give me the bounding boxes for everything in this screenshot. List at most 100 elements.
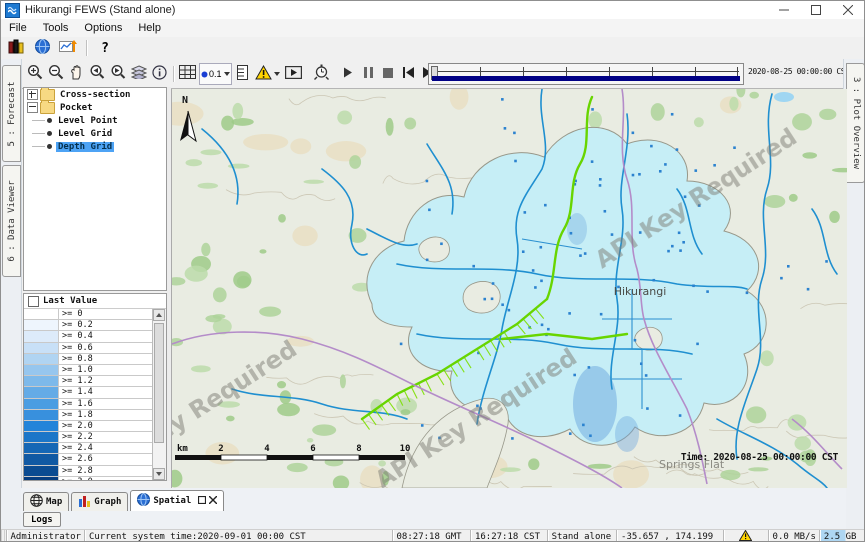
grid-display-button[interactable]	[177, 63, 198, 85]
scale-tick: 2	[218, 444, 223, 454]
legend-row-label: >= 2.6	[59, 454, 93, 464]
archive-database-button[interactable]	[5, 38, 27, 58]
menu-help[interactable]: Help	[130, 21, 169, 35]
arrow-up-icon	[156, 313, 162, 317]
zoom-out-button[interactable]	[46, 63, 66, 85]
layers-button[interactable]	[129, 63, 149, 85]
legend-row[interactable]: >= 0.2	[24, 320, 152, 331]
threshold-classes-button[interactable]: 0.1	[199, 63, 232, 85]
tree-connector	[32, 120, 45, 121]
logs-button[interactable]: Logs	[23, 512, 61, 527]
legend-scrollbar[interactable]	[152, 309, 166, 480]
tab-plot-overview[interactable]: 3 : Plot Overview	[846, 63, 865, 183]
close-panel-icon[interactable]	[209, 496, 217, 507]
maximize-button[interactable]	[800, 1, 832, 19]
zoom-next-button[interactable]	[108, 63, 128, 85]
menu-tools[interactable]: Tools	[35, 21, 77, 35]
legend-row[interactable]: >= 0.8	[24, 354, 152, 365]
legend-row-label: >= 1.0	[59, 365, 93, 375]
menu-file[interactable]: File	[1, 21, 35, 35]
tab-forecast[interactable]: 5 : Forecast	[2, 65, 21, 162]
legend-row[interactable]: >= 1.6	[24, 399, 152, 410]
tree-connector	[32, 146, 45, 147]
timeline-slider[interactable]	[428, 63, 744, 85]
zoom-in-button[interactable]	[25, 63, 45, 85]
tree-item-level-point[interactable]: Level Point	[24, 114, 166, 127]
tab-data-viewer[interactable]: 6 : Data Viewer	[2, 165, 21, 277]
info-button[interactable]	[150, 63, 169, 85]
close-button[interactable]	[832, 1, 864, 19]
profile-ruler-button[interactable]	[233, 63, 252, 85]
status-bar: Administrator Current system time:2020-0…	[1, 529, 864, 542]
set-time-button[interactable]	[311, 63, 332, 85]
legend-row-label: >= 2.0	[59, 421, 93, 431]
status-local-time: 16:27:18 CST	[471, 530, 548, 542]
scroll-up-button[interactable]	[153, 309, 165, 321]
legend-color-swatch	[24, 365, 59, 375]
bar-chart-icon	[78, 495, 91, 510]
warning-thresholds-button[interactable]	[253, 63, 282, 85]
legend-row[interactable]: >= 2.4	[24, 443, 152, 454]
chevron-down-icon	[274, 72, 280, 76]
legend-row[interactable]: >= 0.4	[24, 331, 152, 342]
last-value-checkbox[interactable]	[28, 296, 39, 307]
legend-row[interactable]: >= 2.6	[24, 454, 152, 465]
legend-row-label: >= 2.4	[59, 443, 93, 453]
maximize-panel-icon[interactable]	[198, 496, 206, 507]
status-memory: 2.5 GB	[820, 530, 864, 542]
depth-patch	[615, 416, 639, 452]
timeseries-dialog-button[interactable]	[57, 38, 79, 58]
map-canvas[interactable]: API Key Required API Key Required API Ke…	[171, 89, 847, 488]
legend-row-label: >= 2.2	[59, 432, 93, 442]
legend-row[interactable]: >= 1.8	[24, 410, 152, 421]
legend-row[interactable]: >= 1.0	[24, 365, 152, 376]
tab-map[interactable]: Map	[23, 492, 69, 511]
scroll-down-button[interactable]	[153, 468, 165, 480]
tree-item-level-grid[interactable]: Level Grid	[24, 127, 166, 140]
step-back-button[interactable]	[399, 63, 418, 85]
status-warning-cell[interactable]	[724, 530, 768, 542]
status-gmt-time: 08:27:18 GMT	[393, 530, 471, 542]
legend-color-swatch	[24, 443, 59, 453]
tab-spatial[interactable]: Spatial	[130, 490, 224, 511]
legend-row-label: >= 3.0	[59, 477, 93, 481]
help-button[interactable]: ?	[94, 38, 116, 58]
legend-row[interactable]: >= 2.0	[24, 421, 152, 432]
pan-button[interactable]	[67, 63, 86, 85]
legend-row[interactable]: >= 2.2	[24, 432, 152, 443]
legend-row[interactable]: >= 0	[24, 309, 152, 320]
legend-row[interactable]: >= 3.0	[24, 477, 152, 481]
map-display-button[interactable]	[31, 38, 53, 58]
legend-row-label: >= 1.8	[59, 410, 93, 420]
map-time-label: Time: 2020-08-25 00:00:00 CST	[681, 452, 839, 463]
animation-dialog-button[interactable]	[283, 63, 304, 85]
map-toolbar: 0.1 2020-08-25 00:00:00 CST	[21, 59, 846, 89]
scrollbar-thumb[interactable]	[154, 323, 164, 443]
zoom-previous-button[interactable]	[87, 63, 107, 85]
pause-button[interactable]	[359, 63, 378, 85]
north-label: N	[182, 95, 188, 106]
legend-row[interactable]: >= 2.8	[24, 466, 152, 477]
legend-row[interactable]: >= 1.4	[24, 387, 152, 398]
legend-row[interactable]: >= 1.2	[24, 376, 152, 387]
map-svg: API Key Required API Key Required API Ke…	[172, 89, 847, 488]
folder-icon	[40, 102, 55, 114]
bullet-icon	[47, 144, 52, 149]
menu-options[interactable]: Options	[76, 21, 130, 35]
tree-item-depth-grid[interactable]: Depth Grid	[24, 140, 166, 153]
threshold-value-label: 0.1	[209, 69, 222, 79]
legend-color-swatch	[24, 466, 59, 476]
tab-graph[interactable]: Graph	[71, 492, 128, 511]
play-button[interactable]	[339, 63, 358, 85]
zoom-previous-icon	[89, 64, 105, 83]
expand-icon[interactable]	[27, 89, 38, 100]
legend-row[interactable]: >= 0.6	[24, 343, 152, 354]
collapse-icon[interactable]	[27, 102, 38, 113]
tree-item-pocket[interactable]: Pocket	[24, 101, 166, 114]
warning-icon	[255, 65, 272, 83]
toolbar-separator	[86, 40, 87, 56]
minimize-button[interactable]	[768, 1, 800, 19]
stop-button[interactable]	[379, 63, 398, 85]
pause-icon	[364, 66, 373, 81]
tab-spatial-label: Spatial	[153, 496, 191, 506]
